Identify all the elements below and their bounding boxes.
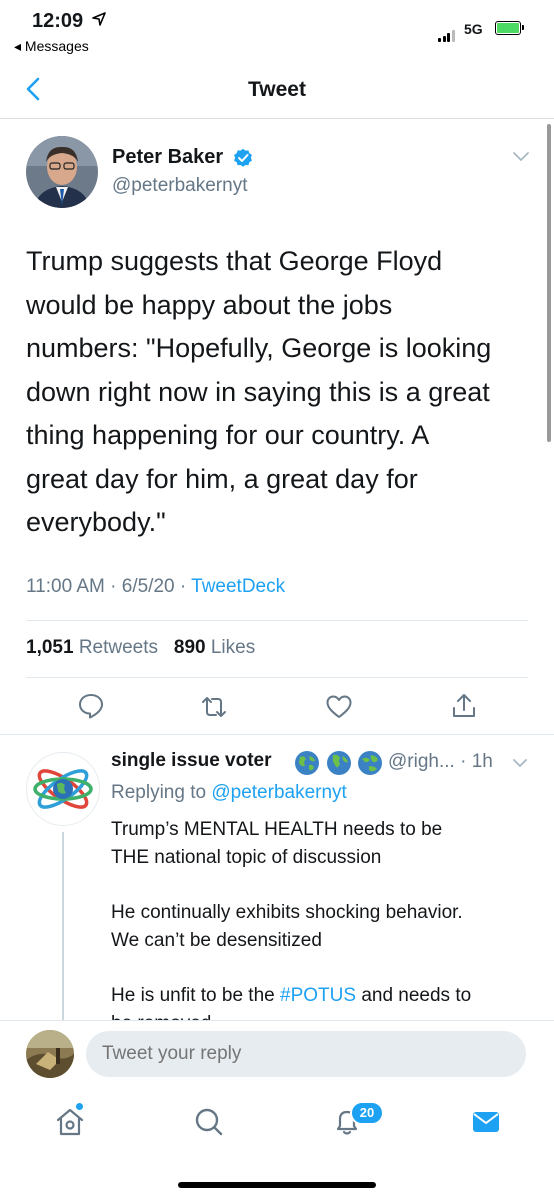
retweets-stat[interactable]: 1,051 Retweets: [26, 637, 158, 658]
retweets-count: 1,051: [26, 637, 74, 658]
retweet-icon[interactable]: [200, 693, 228, 721]
location-arrow-icon: [92, 12, 106, 26]
battery-tip: [522, 25, 524, 30]
divider: [26, 677, 528, 678]
replying-to-prefix: Replying to: [111, 782, 207, 803]
tweet-text-line: great day for him, a great day for: [26, 463, 418, 494]
reply-text-line: Trump’s MENTAL HEALTH needs to be: [111, 819, 443, 840]
tweet-text-line: numbers: "Hopefully, George is looking: [26, 333, 492, 363]
replying-to-handle[interactable]: @peterbakernyt: [211, 782, 346, 803]
tweet-text-line: everybody.": [26, 507, 166, 537]
globe-emoji-icon: [295, 751, 319, 775]
divider: [0, 734, 554, 735]
user-avatar-image: [26, 1030, 74, 1078]
tweet-meta: 11:00 AM · 6/5/20 · TweetDeck: [26, 576, 286, 597]
signal-icon: [438, 24, 456, 42]
search-icon[interactable]: [193, 1106, 225, 1138]
reply-text-line: We can’t be desensitized: [111, 930, 322, 951]
notifications-badge: 20: [350, 1101, 384, 1125]
atom-globe-icon: [33, 769, 93, 809]
author-name[interactable]: Peter Baker: [112, 146, 223, 169]
home-new-dot: [76, 1103, 83, 1110]
home-indicator[interactable]: [178, 1182, 376, 1188]
reply-input[interactable]: [86, 1031, 526, 1077]
reply-handle[interactable]: @righ...: [388, 751, 455, 772]
retweets-label: Retweets: [78, 637, 159, 658]
scrollbar[interactable]: [547, 124, 551, 442]
hashtag-link[interactable]: #POTUS: [280, 985, 356, 1006]
reply-icon[interactable]: [77, 692, 105, 720]
chevron-down-icon[interactable]: [512, 757, 528, 769]
tweet-text-line: would be happy about the jobs: [26, 289, 393, 320]
tweet-text-line: Trump suggests that George Floyd: [26, 246, 443, 276]
likes-stat[interactable]: 890 Likes: [174, 637, 255, 658]
reply-text-line: THE national topic of discussion: [111, 847, 382, 868]
divider: [26, 620, 528, 621]
tweet-text-line: thing happening for our country. A: [26, 420, 430, 450]
tweet-time: 11:00 AM: [26, 576, 105, 597]
messages-icon[interactable]: [470, 1106, 502, 1138]
tweet-source-link[interactable]: TweetDeck: [191, 576, 285, 597]
back-to-messages[interactable]: ◂ Messages: [14, 38, 89, 55]
nav-divider: [0, 118, 554, 119]
thread-line: [62, 832, 64, 1027]
reply-text-line: He is unfit to be the #POTUS and needs t…: [111, 983, 471, 1008]
globe-emoji-icon: [327, 751, 351, 775]
author-handle[interactable]: @peterbakernyt: [112, 175, 247, 197]
tweet-text: Trump suggests that George Floyd would b…: [26, 240, 531, 545]
reply-handle-age: @righ... · 1h: [388, 751, 493, 772]
tweet-text-line: down right now in saying this is a great: [26, 376, 490, 407]
tweet-date: 6/5/20: [121, 576, 175, 597]
reply-avatar[interactable]: [26, 752, 100, 826]
tweet-stats: 1,051 Retweets 890 Likes: [26, 637, 255, 659]
like-icon[interactable]: [325, 693, 353, 721]
likes-label: Likes: [210, 637, 256, 658]
author-avatar-image: [26, 136, 98, 208]
status-time: 12:09: [32, 10, 84, 32]
globe-emoji-icon: [358, 751, 382, 775]
reply-text-part: He is unfit to be the: [111, 985, 275, 1006]
replying-to: Replying to @peterbakernyt: [111, 782, 347, 804]
author-avatar[interactable]: [26, 136, 98, 208]
network-label: 5G: [464, 21, 483, 37]
user-avatar[interactable]: [26, 1030, 74, 1078]
share-icon[interactable]: [450, 692, 478, 720]
battery-icon: [495, 21, 521, 35]
reply-text-line: He continually exhibits shocking behavio…: [111, 902, 463, 923]
reply-text-part: and needs to: [361, 985, 472, 1006]
reply-author-name[interactable]: single issue voter: [111, 750, 272, 772]
reply-age: 1h: [471, 751, 493, 772]
chevron-down-icon[interactable]: [512, 150, 530, 164]
page-title: Tweet: [248, 78, 306, 101]
verified-badge-icon: [234, 148, 252, 167]
likes-count: 890: [173, 637, 206, 658]
home-icon[interactable]: [54, 1106, 86, 1138]
